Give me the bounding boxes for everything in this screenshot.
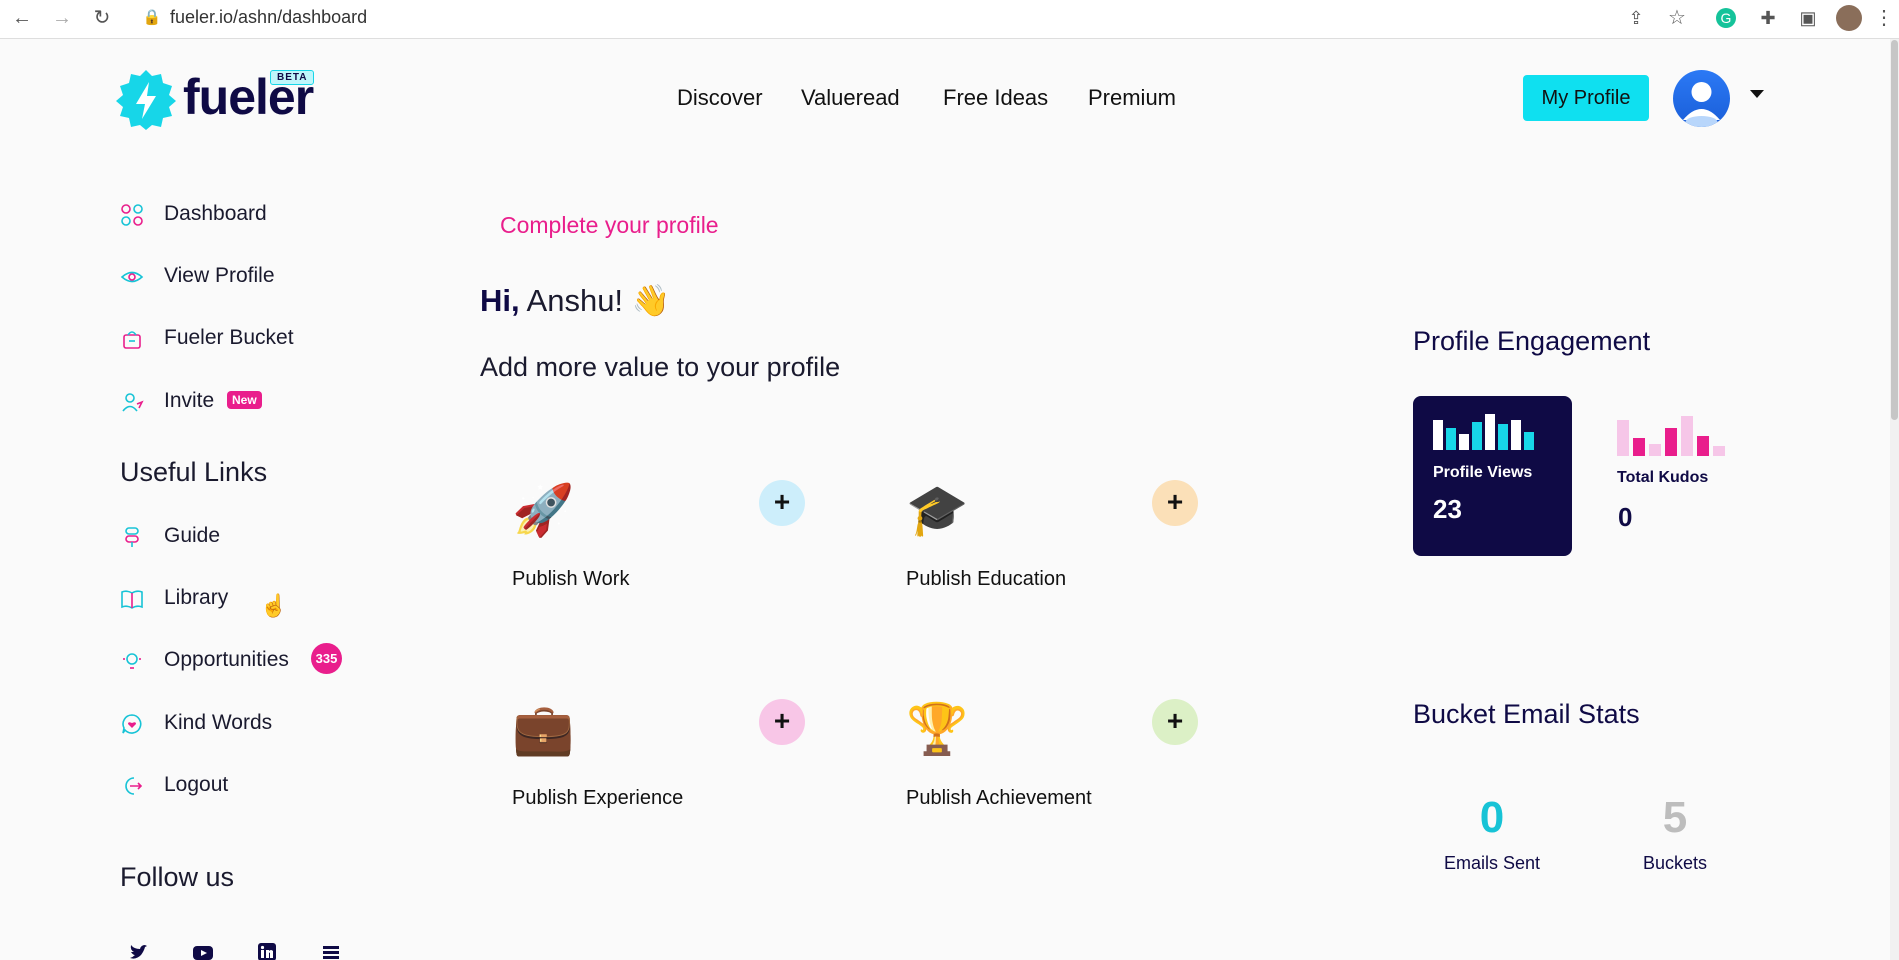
- buckets-label: Buckets: [1642, 853, 1708, 873]
- graduation-cap-icon: 🎓: [906, 482, 969, 538]
- reload-icon[interactable]: ↻: [90, 6, 114, 30]
- browser-profile-avatar[interactable]: [1836, 5, 1862, 31]
- opportunities-count-badge: 335: [311, 643, 342, 674]
- my-profile-button[interactable]: My Profile: [1523, 75, 1649, 121]
- user-avatar[interactable]: [1673, 70, 1730, 127]
- sidebar-item-label: Opportunities: [164, 648, 289, 671]
- logout-icon: [125, 777, 143, 795]
- useful-links-heading: Useful Links: [120, 457, 268, 487]
- emails-sent-value: 0: [1479, 793, 1505, 842]
- sidebar-item-label: Guide: [164, 524, 221, 547]
- views-bars-icon: [1433, 414, 1534, 450]
- publish-work-card[interactable]: 🚀 + Publish Work: [512, 475, 812, 595]
- publish-achievement-card[interactable]: 🏆 + Publish Achievement: [906, 694, 1206, 814]
- scrollbar-thumb[interactable]: [1891, 40, 1898, 420]
- share-icon[interactable]: ⇪: [1624, 6, 1648, 30]
- profile-engagement-heading: Profile Engagement: [1413, 326, 1651, 356]
- book-icon: [121, 590, 143, 609]
- nav-discover[interactable]: Discover: [677, 85, 763, 111]
- address-bar[interactable]: fueler.io/ashn/dashboard: [170, 7, 367, 28]
- nav-free-ideas[interactable]: Free Ideas: [943, 85, 1048, 111]
- waving-hand-icon: 👋: [631, 283, 671, 318]
- card-title: Publish Education: [906, 568, 1067, 590]
- side-panel-icon[interactable]: ▣: [1796, 6, 1820, 30]
- profile-views-label: Profile Views: [1433, 464, 1533, 481]
- sidebar-item-label: Invite: [164, 389, 215, 412]
- blog-icon[interactable]: [322, 945, 340, 960]
- card-title: Publish Work: [512, 568, 630, 590]
- logo-bolt-icon[interactable]: [114, 68, 178, 132]
- complete-profile-link[interactable]: Complete your profile: [500, 212, 719, 239]
- add-work-button[interactable]: +: [759, 480, 805, 526]
- lock-icon: 🔒: [142, 9, 162, 26]
- sidebar-item-opportunities[interactable]: Opportunities 335: [120, 643, 360, 676]
- greeting: Hi, Anshu! 👋: [480, 282, 670, 319]
- twitter-icon[interactable]: [128, 943, 148, 960]
- kudos-bars-icon: [1617, 416, 1725, 456]
- youtube-icon[interactable]: [192, 944, 214, 960]
- page-subtitle: Add more value to your profile: [480, 352, 841, 382]
- publish-education-card[interactable]: 🎓 + Publish Education: [906, 475, 1206, 595]
- rocket-icon: 🚀: [512, 482, 575, 538]
- basket-icon: [123, 331, 141, 349]
- signpost-icon: [125, 527, 139, 547]
- nav-premium[interactable]: Premium: [1088, 85, 1176, 111]
- grammarly-icon[interactable]: G: [1716, 8, 1736, 28]
- forward-arrow-icon[interactable]: →: [50, 6, 74, 30]
- sidebar-item-label: Logout: [164, 773, 229, 796]
- nav-valueread[interactable]: Valueread: [801, 85, 900, 111]
- add-education-button[interactable]: +: [1152, 480, 1198, 526]
- greeting-hi: Hi,: [480, 283, 520, 318]
- card-title: Publish Achievement: [906, 787, 1092, 809]
- hand-cursor-icon: ☝: [260, 593, 288, 618]
- profile-views-card: Profile Views 23: [1413, 396, 1572, 556]
- profile-views-value: 23: [1433, 494, 1462, 524]
- follow-us-heading: Follow us: [120, 862, 235, 892]
- back-arrow-icon[interactable]: ←: [10, 6, 34, 30]
- extensions-puzzle-icon[interactable]: ✚: [1756, 6, 1780, 30]
- sidebar-item-label: Library: [164, 586, 229, 609]
- greeting-name: Anshu!: [526, 283, 624, 318]
- publish-experience-card[interactable]: 💼 + Publish Experience: [512, 694, 812, 814]
- user-plus-icon: [122, 393, 144, 412]
- add-achievement-button[interactable]: +: [1152, 699, 1198, 745]
- buckets-value: 5: [1662, 793, 1688, 842]
- bulb-icon: [123, 653, 141, 669]
- sidebar-item-invite[interactable]: Invite New: [120, 387, 320, 417]
- add-experience-button[interactable]: +: [759, 699, 805, 745]
- bookmark-star-icon[interactable]: ☆: [1665, 6, 1689, 30]
- total-kudos-label: Total Kudos: [1617, 469, 1709, 486]
- more-vertical-icon[interactable]: ⋮: [1872, 6, 1896, 30]
- grid-icon: [121, 204, 143, 226]
- caret-down-icon[interactable]: [1750, 90, 1764, 98]
- trophy-icon: 🏆: [906, 701, 969, 757]
- briefcase-icon: 💼: [512, 701, 575, 757]
- browser-toolbar: ← → ↻ 🔒 fueler.io/ashn/dashboard ⇪ ☆ G ✚…: [0, 0, 1899, 39]
- sidebar-item-label: Fueler Bucket: [164, 326, 294, 349]
- new-badge: New: [227, 391, 262, 409]
- total-kudos-value: 0: [1618, 502, 1633, 532]
- emails-sent-label: Emails Sent: [1443, 853, 1541, 873]
- sidebar-item-label: Dashboard: [164, 202, 267, 225]
- card-title: Publish Experience: [512, 787, 684, 809]
- bucket-email-stats-heading: Bucket Email Stats: [1413, 699, 1640, 729]
- sidebar-item-label: Kind Words: [164, 711, 273, 734]
- heart-chat-icon: [122, 714, 142, 734]
- sidebar-item-label: View Profile: [164, 264, 275, 287]
- beta-badge: BETA: [270, 70, 315, 85]
- eye-icon: [120, 271, 144, 283]
- linkedin-icon[interactable]: [258, 943, 276, 960]
